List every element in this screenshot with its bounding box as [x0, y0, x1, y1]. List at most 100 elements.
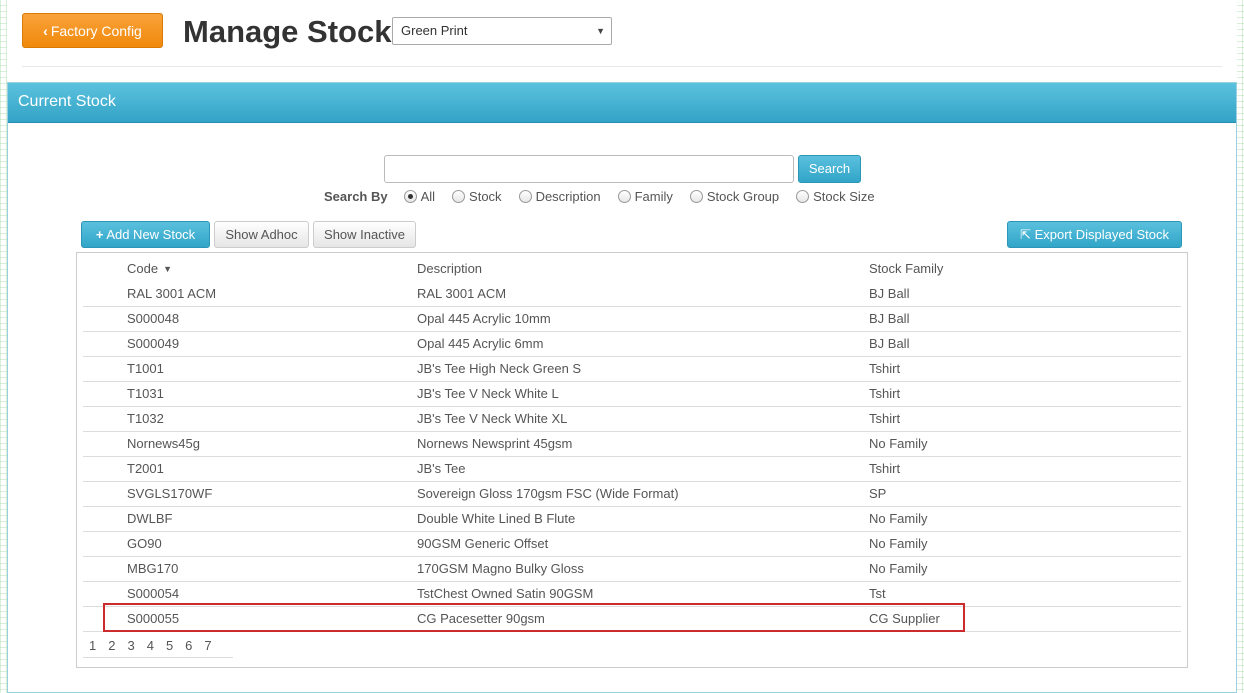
cell-stock-family: No Family — [869, 536, 928, 551]
table-row[interactable]: S000049 Opal 445 Acrylic 6mm BJ Ball — [83, 332, 1181, 357]
cell-description: Opal 445 Acrylic 10mm — [417, 311, 551, 326]
column-header-code[interactable]: Code ▼ — [127, 261, 172, 276]
cell-description: 90GSM Generic Offset — [417, 536, 549, 551]
radio-stock-size[interactable]: Stock Size — [796, 188, 875, 204]
cell-code: RAL 3001 ACM — [127, 286, 217, 301]
radio-stock[interactable]: Stock — [452, 189, 502, 204]
radio-all[interactable]: All — [403, 189, 435, 204]
page-link-1[interactable]: 1 — [89, 637, 96, 657]
radio-stock-group[interactable]: Stock Group — [689, 188, 780, 204]
page-link-5[interactable]: 5 — [166, 637, 173, 657]
cell-stock-family: No Family — [869, 511, 928, 526]
cell-code: T1031 — [127, 386, 164, 401]
cell-description: Double White Lined B Flute — [417, 511, 576, 526]
cell-description: CG Pacesetter 90gsm — [417, 611, 545, 626]
table-row[interactable]: RAL 3001 ACM RAL 3001 ACM BJ Ball — [83, 282, 1181, 307]
cell-code: T1032 — [127, 411, 164, 426]
company-select[interactable]: Green Print ▼ — [392, 17, 612, 45]
export-icon: ⇱ — [1020, 227, 1031, 242]
table-row[interactable]: GO90 90GSM Generic Offset No Family — [83, 532, 1181, 557]
table-row[interactable]: T2001 JB's Tee Tshirt — [83, 457, 1181, 482]
sort-desc-icon: ▼ — [163, 264, 172, 274]
page-link-2[interactable]: 2 — [108, 637, 115, 657]
search-input[interactable] — [384, 155, 794, 183]
cell-stock-family: Tshirt — [869, 411, 901, 426]
show-adhoc-button[interactable]: Show Adhoc — [214, 221, 309, 248]
page-link-3[interactable]: 3 — [127, 637, 134, 657]
cell-description: Opal 445 Acrylic 6mm — [417, 336, 544, 351]
cell-code: S000048 — [127, 311, 180, 326]
page-title: Manage Stock — [183, 14, 392, 49]
cell-description: RAL 3001 ACM — [417, 286, 507, 301]
export-displayed-stock-button[interactable]: ⇱ Export Displayed Stock — [1007, 221, 1182, 248]
cell-description: JB's Tee V Neck White XL — [417, 411, 568, 426]
cell-code: T1001 — [127, 361, 164, 376]
add-new-stock-button[interactable]: + Add New Stock — [81, 221, 210, 248]
radio-label: Stock — [469, 188, 502, 204]
cell-stock-family: CG Supplier — [869, 611, 940, 626]
cell-stock-family: SP — [869, 486, 887, 501]
chevron-left-icon: ‹ — [43, 23, 48, 39]
radio-label: Description — [535, 188, 601, 204]
cell-code: SVGLS170WF — [127, 486, 213, 501]
cell-code: MBG170 — [127, 561, 179, 576]
radio-checked-icon — [403, 189, 417, 203]
cell-code: S000055 — [127, 611, 180, 626]
table-row[interactable]: SVGLS170WF Sovereign Gloss 170gsm FSC (Wi… — [83, 482, 1181, 507]
cell-code: S000049 — [127, 336, 180, 351]
cell-description: Nornews Newsprint 45gsm — [417, 436, 573, 451]
table-row[interactable]: S000055 CG Pacesetter 90gsm CG Supplier — [83, 603, 1181, 632]
export-label: Export Displayed Stock — [1034, 227, 1169, 242]
radio-unchecked-icon — [518, 189, 532, 203]
cell-stock-family: Tshirt — [869, 361, 901, 376]
caret-down-icon: ▼ — [596, 26, 605, 36]
table-row[interactable]: T1031 JB's Tee V Neck White L Tshirt — [83, 382, 1181, 407]
cell-description: TstChest Owned Satin 90GSM — [417, 586, 594, 601]
radio-family[interactable]: Family — [617, 189, 673, 204]
cell-stock-family: Tshirt — [869, 386, 901, 401]
radio-unchecked-icon — [796, 189, 810, 203]
page-link-7[interactable]: 7 — [204, 637, 211, 657]
cell-description: 170GSM Magno Bulky Gloss — [417, 561, 584, 576]
radio-unchecked-icon — [452, 189, 466, 203]
table-row[interactable]: MBG170 170GSM Magno Bulky Gloss No Family — [83, 557, 1181, 582]
show-inactive-button[interactable]: Show Inactive — [313, 221, 416, 248]
table-row[interactable]: S000054 TstChest Owned Satin 90GSM Tst — [83, 582, 1181, 607]
column-header-stock-family[interactable]: Stock Family — [869, 261, 943, 276]
factory-config-button[interactable]: ‹ Factory Config — [22, 13, 163, 48]
table-row[interactable]: T1032 JB's Tee V Neck White XL Tshirt — [83, 407, 1181, 432]
table-row[interactable]: S000048 Opal 445 Acrylic 10mm BJ Ball — [83, 307, 1181, 332]
cell-stock-family: No Family — [869, 436, 928, 451]
table-row[interactable]: Nornews45g Nornews Newsprint 45gsm No Fami… — [83, 432, 1181, 457]
company-select-value: Green Print — [401, 23, 468, 38]
page-link-6[interactable]: 6 — [185, 637, 192, 657]
radio-unchecked-icon — [617, 189, 631, 203]
table-row[interactable]: DWLBF Double White Lined B Flute No Family — [83, 507, 1181, 532]
table-header: Code ▼ Description Stock Family — [83, 261, 1181, 283]
radio-label: Stock Group — [706, 188, 780, 204]
cell-description: Sovereign Gloss 170gsm FSC (Wide Format) — [417, 486, 679, 501]
cell-stock-family: BJ Ball — [869, 311, 910, 326]
search-button[interactable]: Search — [798, 155, 861, 183]
search-by-label: Search By — [324, 188, 388, 204]
cell-code: GO90 — [127, 536, 162, 551]
cell-description: JB's Tee High Neck Green S — [417, 361, 582, 376]
cell-stock-family: Tst — [869, 586, 886, 601]
radio-unchecked-icon — [689, 189, 703, 203]
column-header-label: Code — [127, 261, 159, 276]
pagination: 1234567 — [83, 637, 233, 658]
cell-code: DWLBF — [127, 511, 173, 526]
cell-code: S000054 — [127, 586, 180, 601]
page-link-4[interactable]: 4 — [147, 637, 154, 657]
radio-label: Stock Size — [813, 188, 875, 204]
table-row[interactable]: T1001 JB's Tee High Neck Green S Tshirt — [83, 357, 1181, 382]
cell-description: JB's Tee — [417, 461, 466, 476]
cell-code: Nornews45g — [127, 436, 200, 451]
column-header-description[interactable]: Description — [417, 261, 482, 276]
radio-description[interactable]: Description — [518, 188, 601, 204]
cell-description: JB's Tee V Neck White L — [417, 386, 559, 401]
factory-config-label: Factory Config — [50, 23, 142, 39]
table-body: RAL 3001 ACM RAL 3001 ACM BJ Ball S000048 Op… — [83, 282, 1181, 632]
cell-code: T2001 — [127, 461, 164, 476]
page: ‹ Factory Config Manage Stock Green Print… — [7, 0, 1237, 693]
